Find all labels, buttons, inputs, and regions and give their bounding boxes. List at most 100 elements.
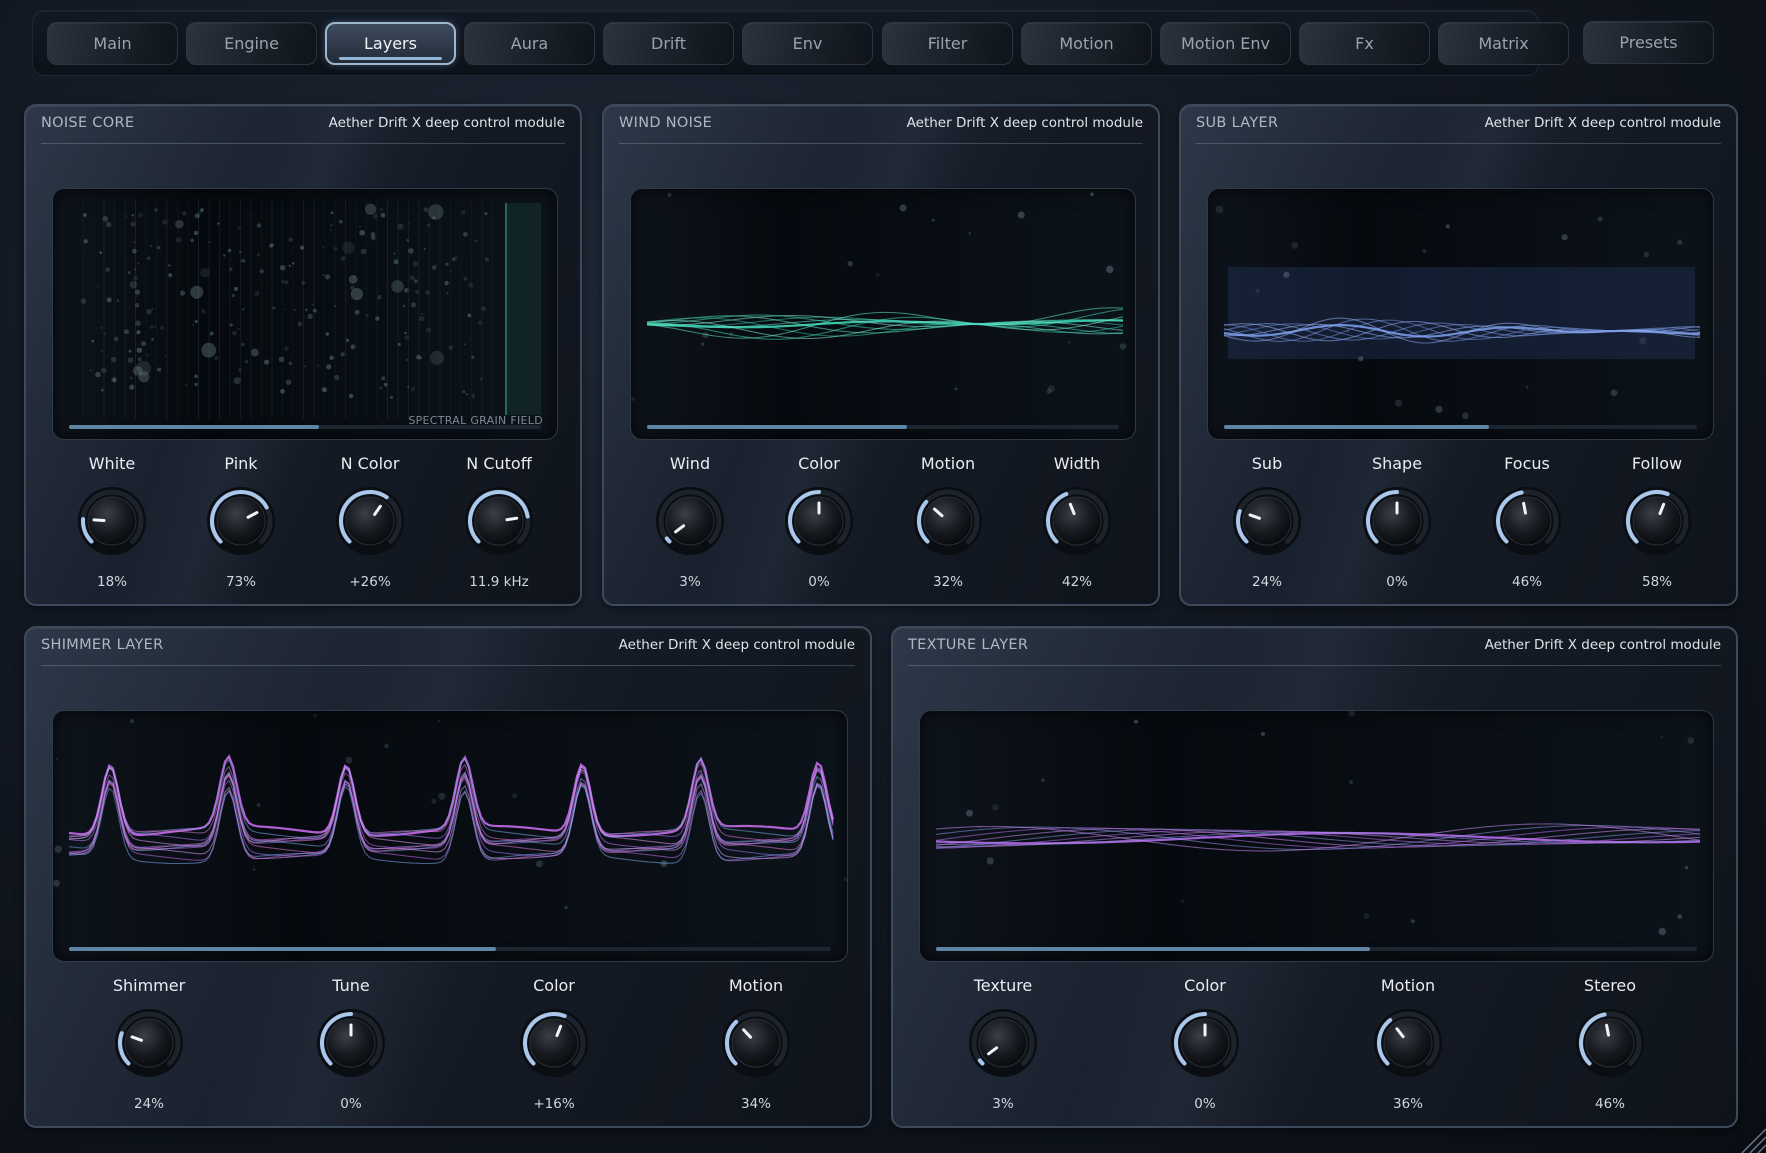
knob-width: Width 42% <box>1012 454 1142 590</box>
knob-white: White 18% <box>47 454 177 590</box>
knob-color: Color +16% <box>489 976 619 1112</box>
shimmer-waveform-visualizer <box>52 710 848 962</box>
tab-aura[interactable]: Aura <box>464 22 595 65</box>
knob-label: N Cutoff <box>466 454 532 473</box>
knob-value: 42% <box>1061 574 1092 590</box>
knob-dial[interactable] <box>968 1008 1038 1078</box>
knob-dial[interactable] <box>1042 486 1112 556</box>
knob-dial[interactable] <box>655 486 725 556</box>
knob-motion: Motion 34% <box>691 976 821 1112</box>
position-track[interactable] <box>69 947 831 951</box>
panel-divider <box>1196 143 1721 144</box>
sub-waveform-visualizer <box>1207 188 1714 440</box>
knob-dial[interactable] <box>913 486 983 556</box>
knob-label: Shape <box>1371 454 1423 473</box>
panel-divider <box>41 665 855 666</box>
knob-motion: Motion 36% <box>1343 976 1473 1112</box>
position-fill <box>647 425 907 429</box>
panel-divider <box>908 665 1721 666</box>
knob-value: 3% <box>679 574 701 590</box>
knob-value: 0% <box>1386 574 1408 590</box>
panel-subtitle: Aether Drift X deep control module <box>1484 637 1721 653</box>
knob-label: Pink <box>224 454 258 473</box>
knob-dial[interactable] <box>335 486 405 556</box>
knob-dial[interactable] <box>721 1008 791 1078</box>
knob-dial[interactable] <box>1492 486 1562 556</box>
knob-dial[interactable] <box>519 1008 589 1078</box>
knob-dial[interactable] <box>1232 486 1302 556</box>
tab-matrix[interactable]: Matrix <box>1438 22 1569 65</box>
knob-dial[interactable] <box>1575 1008 1645 1078</box>
knob-dial[interactable] <box>316 1008 386 1078</box>
knob-value: 0% <box>808 574 830 590</box>
knob-value: 32% <box>932 574 963 590</box>
tab-fx[interactable]: Fx <box>1299 22 1430 65</box>
panel-divider <box>619 143 1143 144</box>
knob-label: Color <box>1184 976 1226 995</box>
knob-label: Texture <box>973 976 1033 995</box>
knob-dial[interactable] <box>1373 1008 1443 1078</box>
tab-env[interactable]: Env <box>742 22 873 65</box>
spectral-grain-visualizer: SPECTRAL GRAIN FIELD <box>52 188 558 440</box>
knob-value: 24% <box>133 1096 164 1112</box>
knob-dial[interactable] <box>464 486 534 556</box>
knob-color: Color 0% <box>754 454 884 590</box>
knob-color: Color 0% <box>1140 976 1270 1112</box>
knob-texture: Texture 3% <box>938 976 1068 1112</box>
knob-label: Stereo <box>1583 976 1637 995</box>
knob-label: Width <box>1053 454 1101 473</box>
knob-dial[interactable] <box>1170 1008 1240 1078</box>
panel-title: TEXTURE LAYER <box>908 637 1029 653</box>
knob-value: 24% <box>1251 574 1282 590</box>
panel-sub-layer: SUB LAYER Aether Drift X deep control mo… <box>1179 104 1738 606</box>
knob-dial[interactable] <box>77 486 147 556</box>
knob-value: 0% <box>340 1096 362 1112</box>
panel-wind-noise: WIND NOISE Aether Drift X deep control m… <box>602 104 1160 606</box>
knob-value: 3% <box>992 1096 1014 1112</box>
tab-presets[interactable]: Presets <box>1583 21 1714 64</box>
panel-title: WIND NOISE <box>619 115 713 131</box>
knob-value: +26% <box>349 574 391 590</box>
knob-dial[interactable] <box>1362 486 1432 556</box>
knob-dial[interactable] <box>114 1008 184 1078</box>
panel-divider <box>41 143 565 144</box>
knob-value: 46% <box>1594 1096 1625 1112</box>
knob-value: 11.9 kHz <box>469 574 529 590</box>
knob-shimmer: Shimmer 24% <box>84 976 214 1112</box>
panel-texture-layer: TEXTURE LAYER Aether Drift X deep contro… <box>891 626 1738 1128</box>
knob-label: Follow <box>1631 454 1683 473</box>
tab-engine[interactable]: Engine <box>186 22 317 65</box>
knob-value: 73% <box>225 574 256 590</box>
position-track[interactable] <box>936 947 1697 951</box>
knob-tune: Tune 0% <box>286 976 416 1112</box>
knob-pink: Pink 73% <box>176 454 306 590</box>
position-track[interactable] <box>1224 425 1697 429</box>
knob-value: 46% <box>1511 574 1542 590</box>
tab-drift[interactable]: Drift <box>603 22 734 65</box>
knob-label: Motion <box>728 976 784 995</box>
tab-main[interactable]: Main <box>47 22 178 65</box>
tab-filter[interactable]: Filter <box>882 22 1013 65</box>
panel-title: SUB LAYER <box>1196 115 1279 131</box>
knob-dial[interactable] <box>784 486 854 556</box>
tab-motion-env[interactable]: Motion Env <box>1160 22 1291 65</box>
knob-n-color: N Color +26% <box>305 454 435 590</box>
knob-value: 0% <box>1194 1096 1216 1112</box>
resize-grip-icon[interactable] <box>1732 1123 1766 1153</box>
position-track[interactable] <box>647 425 1119 429</box>
tab-bar: Main Engine Layers Aura Drift Env Filter… <box>32 10 1569 76</box>
wind-waveform-visualizer <box>630 188 1136 440</box>
knob-value: 18% <box>96 574 127 590</box>
texture-waveform-visualizer <box>919 710 1714 962</box>
knob-label: Motion <box>920 454 976 473</box>
panel-subtitle: Aether Drift X deep control module <box>328 115 565 131</box>
knob-dial[interactable] <box>206 486 276 556</box>
tab-motion[interactable]: Motion <box>1021 22 1152 65</box>
position-fill <box>69 947 496 951</box>
knob-label: White <box>88 454 136 473</box>
panel-title: SHIMMER LAYER <box>41 637 164 653</box>
knob-motion: Motion 32% <box>883 454 1013 590</box>
tab-layers[interactable]: Layers <box>325 22 456 65</box>
knob-dial[interactable] <box>1622 486 1692 556</box>
knob-value: 58% <box>1641 574 1672 590</box>
